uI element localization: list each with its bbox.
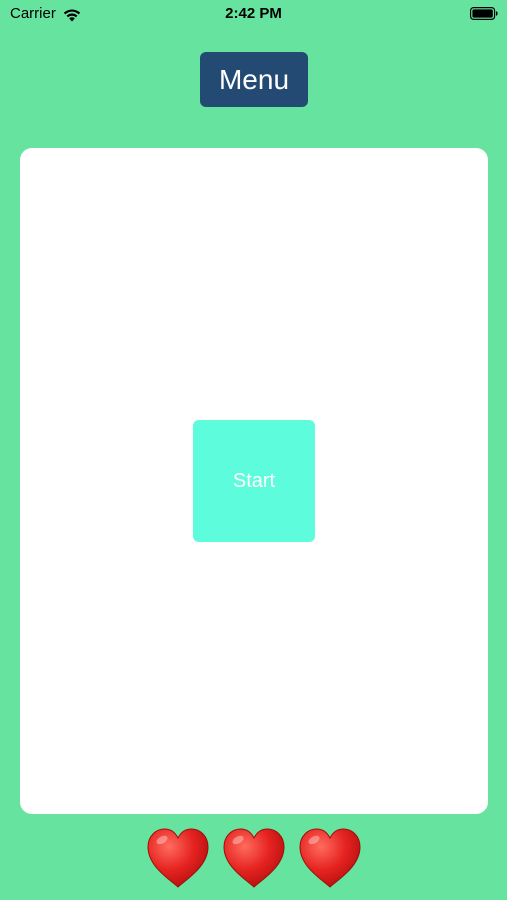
lives-indicator [0, 826, 507, 892]
status-bar: Carrier 2:42 PM [0, 0, 507, 30]
start-button[interactable]: Start [193, 420, 315, 542]
menu-button[interactable]: Menu [200, 52, 308, 107]
heart-icon [298, 828, 361, 888]
status-time: 2:42 PM [225, 5, 282, 22]
battery-icon [470, 7, 498, 20]
game-board: Start [20, 148, 488, 814]
heart-icon [222, 828, 285, 888]
heart-icon [146, 828, 209, 888]
